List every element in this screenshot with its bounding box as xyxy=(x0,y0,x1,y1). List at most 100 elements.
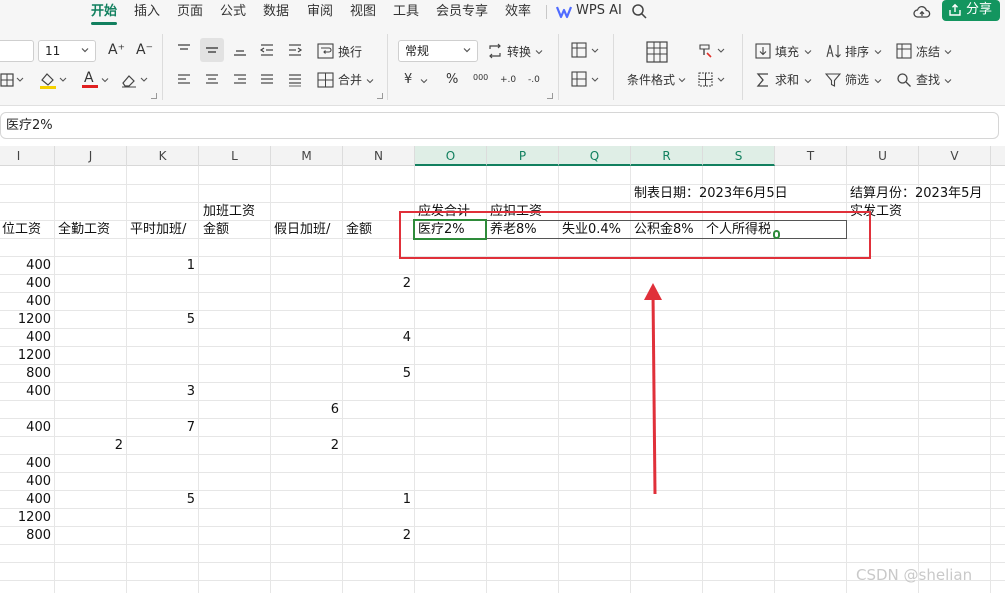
cell-value-K[interactable]: 5 xyxy=(135,491,195,509)
cell-value-I[interactable]: 400 xyxy=(0,257,51,275)
chevron-down-icon[interactable] xyxy=(873,47,883,57)
column-header-T[interactable]: T xyxy=(775,146,847,166)
number-dialog-launcher[interactable] xyxy=(547,93,553,99)
conditional-format-icon[interactable] xyxy=(645,40,669,64)
cell-header-attendance-salary[interactable]: 全勤工资 xyxy=(58,221,110,239)
cell-value-K[interactable]: 5 xyxy=(135,311,195,329)
wrap-text-button[interactable]: 换行 xyxy=(338,44,362,60)
column-header-O[interactable]: O xyxy=(415,146,487,166)
cell-value-I[interactable]: 400 xyxy=(0,473,51,491)
column-header-S[interactable]: S xyxy=(703,146,775,166)
column-header-N[interactable]: N xyxy=(343,146,415,166)
align-top-icon[interactable] xyxy=(176,43,192,57)
column-header-R[interactable]: R xyxy=(631,146,703,166)
column-header-I[interactable]: I xyxy=(0,146,55,166)
cell-value-N[interactable]: 1 xyxy=(351,491,411,509)
fill-icon[interactable] xyxy=(755,43,771,59)
cell-border-icon[interactable] xyxy=(697,71,729,89)
cell-value-I[interactable]: 1200 xyxy=(0,311,51,329)
filter-button[interactable]: 筛选 xyxy=(845,72,869,88)
merge-cells-icon[interactable] xyxy=(317,72,335,88)
thousands-format-button[interactable]: 000 xyxy=(473,70,488,86)
column-header-J[interactable]: J xyxy=(55,146,127,166)
column-header-L[interactable]: L xyxy=(199,146,271,166)
chevron-down-icon[interactable] xyxy=(803,47,813,57)
convert-button[interactable]: 转换 xyxy=(507,44,531,60)
tab-data[interactable]: 数据 xyxy=(263,3,289,21)
wps-ai-icon[interactable] xyxy=(556,4,572,20)
freeze-panes-icon[interactable] xyxy=(896,43,912,59)
cell-value-I[interactable]: 1200 xyxy=(0,347,51,365)
currency-format-button[interactable]: ¥ xyxy=(404,72,412,88)
column-header-K[interactable]: K xyxy=(127,146,199,166)
chevron-down-icon[interactable] xyxy=(365,76,375,86)
align-right-icon[interactable] xyxy=(232,73,248,87)
freeze-panes-button[interactable]: 冻结 xyxy=(916,44,940,60)
alignment-dialog-launcher[interactable] xyxy=(377,93,383,99)
tab-tools[interactable]: 工具 xyxy=(393,3,419,21)
column-header-Q[interactable]: Q xyxy=(559,146,631,166)
cell-style-icon[interactable] xyxy=(571,42,603,60)
find-button[interactable]: 查找 xyxy=(916,72,940,88)
chevron-down-icon[interactable] xyxy=(943,76,953,86)
cell-value-N[interactable]: 2 xyxy=(351,275,411,293)
cell-header-post-salary[interactable]: 位工资 xyxy=(2,221,41,239)
cell-value-I[interactable]: 400 xyxy=(0,275,51,293)
cell-value-I[interactable]: 400 xyxy=(0,419,51,437)
share-button[interactable]: 分享 xyxy=(942,0,1000,21)
sum-icon[interactable] xyxy=(755,72,771,88)
cell-header-overtime-amount[interactable]: 金额 xyxy=(203,221,229,239)
sort-icon[interactable] xyxy=(825,43,843,59)
column-header-U[interactable]: U xyxy=(847,146,919,166)
align-middle-button[interactable] xyxy=(200,38,224,62)
cell-header-overtime-pay[interactable]: 加班工资 xyxy=(203,203,255,221)
chevron-down-icon[interactable] xyxy=(803,76,813,86)
format-painter-icon[interactable] xyxy=(697,42,729,60)
sum-button[interactable]: 求和 xyxy=(775,72,799,88)
cell-value-I[interactable]: 400 xyxy=(0,455,51,473)
cell-value-N[interactable]: 2 xyxy=(351,527,411,545)
number-format-combo[interactable]: 常规 xyxy=(398,40,478,62)
cell-header-weekday-overtime[interactable]: 平时加班/ xyxy=(130,221,186,239)
indent-increase-icon[interactable] xyxy=(287,43,303,57)
font-size-combo[interactable]: 11 xyxy=(38,40,96,62)
formula-bar[interactable]: 医疗2% xyxy=(0,112,999,139)
cell-value-I[interactable]: 1200 xyxy=(0,509,51,527)
cell-header-amount[interactable]: 金额 xyxy=(346,221,372,239)
chevron-down-icon[interactable] xyxy=(419,76,429,86)
tab-member[interactable]: 会员专享 xyxy=(436,3,488,21)
cell-header-holiday-overtime[interactable]: 假日加班/ xyxy=(274,221,330,239)
column-header-M[interactable]: M xyxy=(271,146,343,166)
merge-cells-button[interactable]: 合并 xyxy=(338,72,362,88)
cell-value-I[interactable]: 400 xyxy=(0,329,51,347)
tab-insert[interactable]: 插入 xyxy=(134,3,160,21)
cell-value-K[interactable]: 1 xyxy=(135,257,195,275)
distributed-align-icon[interactable] xyxy=(287,73,303,87)
tab-page[interactable]: 页面 xyxy=(177,3,203,21)
cell-value-N[interactable]: 5 xyxy=(351,365,411,383)
spreadsheet-grid[interactable]: I J K L M N O P Q R S T U V 制表日期：2023年6月… xyxy=(0,146,1005,593)
cell-value-I[interactable]: 400 xyxy=(0,383,51,401)
eraser-icon[interactable] xyxy=(120,71,152,89)
chevron-down-icon[interactable] xyxy=(677,75,687,85)
tab-review[interactable]: 审阅 xyxy=(307,3,333,21)
cell-value-K[interactable]: 3 xyxy=(135,383,195,401)
percent-format-button[interactable]: % xyxy=(446,72,458,88)
column-header-P[interactable]: P xyxy=(487,146,559,166)
tab-formula[interactable]: 公式 xyxy=(220,3,246,21)
indent-decrease-icon[interactable] xyxy=(259,43,275,57)
cell-value-I[interactable]: 800 xyxy=(0,365,51,383)
filter-icon[interactable] xyxy=(825,72,841,88)
chevron-down-icon[interactable] xyxy=(873,76,883,86)
tab-efficiency[interactable]: 效率 xyxy=(505,3,531,21)
column-header-V[interactable]: V xyxy=(919,146,991,166)
sort-button[interactable]: 排序 xyxy=(845,44,869,60)
cell-value-J[interactable]: 2 xyxy=(63,437,123,455)
font-dialog-launcher[interactable] xyxy=(151,93,157,99)
border-icon[interactable] xyxy=(0,72,26,88)
cell-value-I[interactable]: 400 xyxy=(0,293,51,311)
justify-icon[interactable] xyxy=(259,73,275,87)
cell-value-K[interactable]: 7 xyxy=(135,419,195,437)
cell-date-label[interactable]: 制表日期：2023年6月5日 xyxy=(634,185,788,203)
cell-value-N[interactable]: 4 xyxy=(351,329,411,347)
